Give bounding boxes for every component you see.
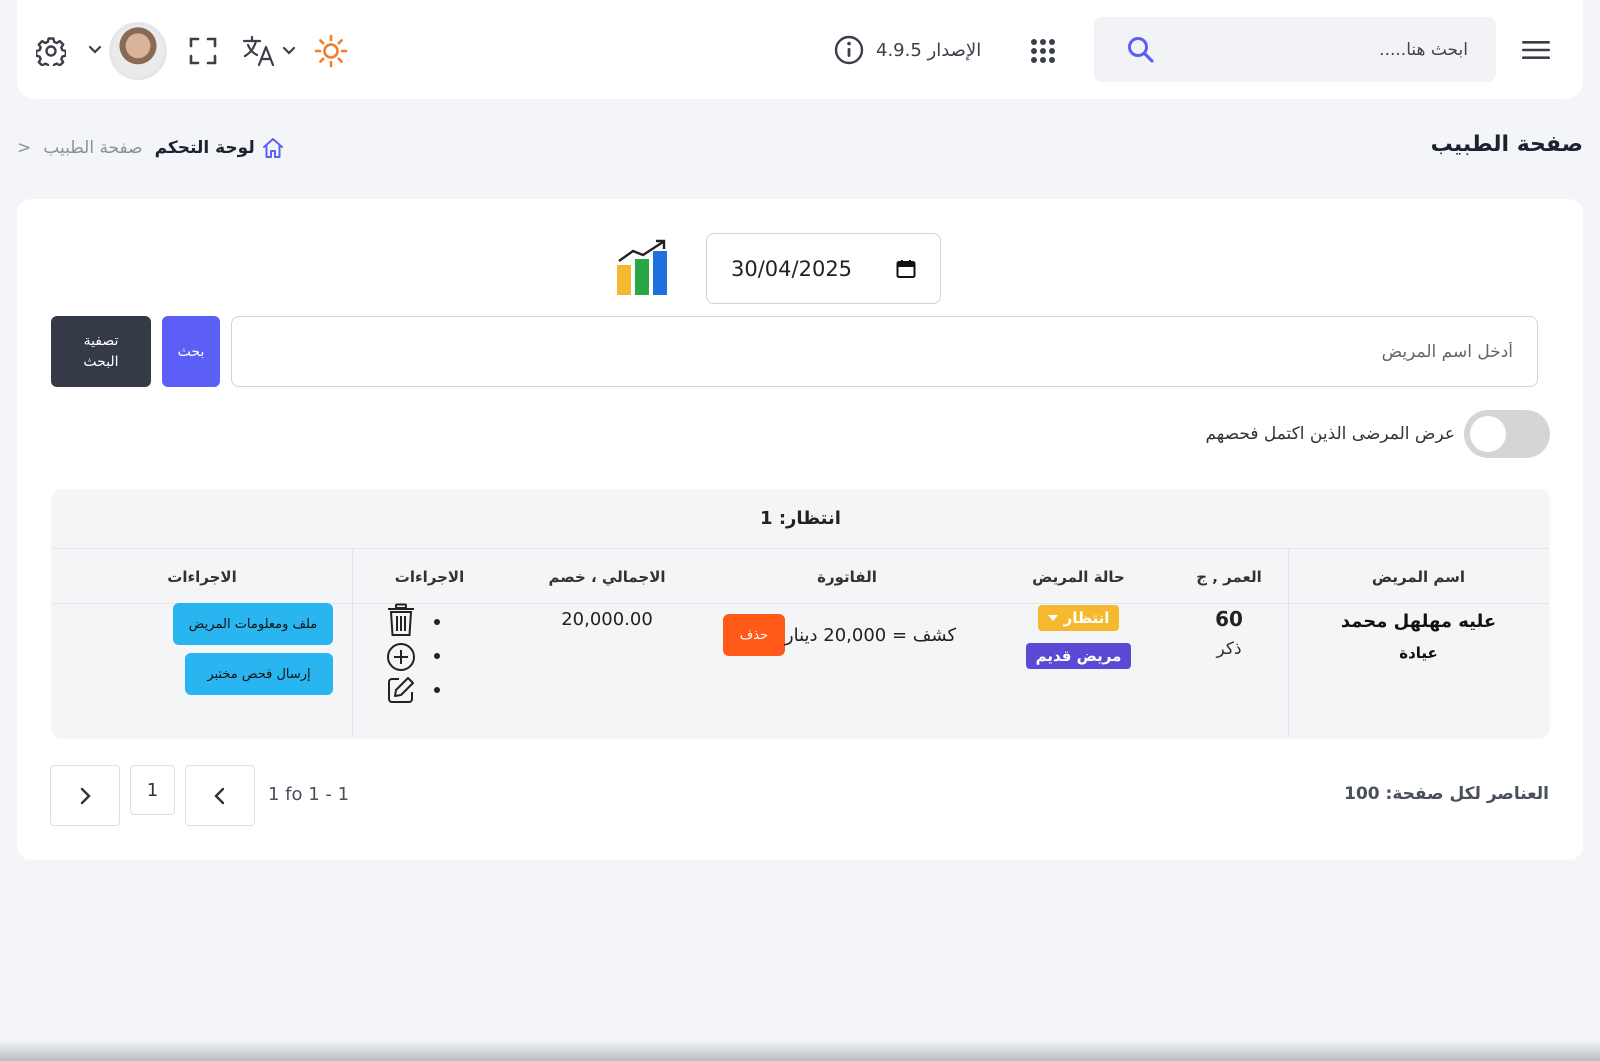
language-selector[interactable] <box>238 34 300 68</box>
total-cell: 20,000.00 <box>507 609 707 630</box>
breadcrumb-current: صفحة الطبيب <box>43 138 143 158</box>
age-cell: 60 ذكر <box>1170 607 1288 659</box>
page-number-button[interactable]: 1 <box>130 765 175 815</box>
status-badge-waiting[interactable]: انتظار <box>1037 605 1120 631</box>
completed-toggle-label: عرض المرضى الذين اكتمل فحصهم <box>1205 424 1455 444</box>
invoice-text: كشف = 20,000 دينار <box>784 624 957 646</box>
table-group-title: انتظار: 1 <box>52 489 1549 549</box>
breadcrumb-separator: > <box>17 138 32 158</box>
status-cell: انتظار مريض قديم <box>987 605 1170 669</box>
chevron-down-icon <box>282 46 296 56</box>
col-header-age: العمر , ج <box>1196 567 1262 586</box>
pagination-range-text: 1 - 1 of 1 <box>268 784 350 805</box>
total-amount: 20,000.00 <box>561 609 653 630</box>
user-menu-chevron-icon[interactable] <box>86 42 104 58</box>
next-page-button[interactable] <box>50 765 120 826</box>
page-title: صفحة الطبيب <box>1430 132 1583 157</box>
items-per-page[interactable]: العناصر لكل صفحة: 100 <box>1344 784 1549 804</box>
gear-icon[interactable] <box>34 34 68 68</box>
patient-type-badge: مريض قديم <box>1025 643 1132 669</box>
home-icon[interactable] <box>261 136 285 160</box>
actions-buttons-cell: ملف ومعلومات المريض إرسال فحص مختبر <box>52 603 352 695</box>
date-value: 30/04/2025 <box>731 256 853 281</box>
completed-toggle[interactable] <box>1464 410 1550 458</box>
list-bullet <box>434 687 440 693</box>
calendar-icon[interactable] <box>896 259 916 279</box>
col-header-total: الاجمالي ، خصم <box>548 567 666 586</box>
list-bullet <box>434 619 440 625</box>
chevron-left-icon <box>214 787 226 805</box>
clear-filters-label-line1: تصفية <box>83 332 119 349</box>
breadcrumb-home[interactable]: لوحة التحكم <box>155 136 285 160</box>
theme-toggle-icon[interactable] <box>314 34 348 68</box>
patient-file-button[interactable]: ملف ومعلومات المريض <box>173 603 333 645</box>
col-header-actions-2: الاجراءات <box>167 567 237 586</box>
prev-page-button[interactable] <box>185 765 255 826</box>
edit-icon[interactable] <box>386 675 416 705</box>
search-button[interactable]: بحث <box>162 316 220 387</box>
date-input[interactable]: 30/04/2025 <box>706 233 941 304</box>
col-header-status: حالة المريض <box>1032 567 1125 586</box>
clear-filters-label-line2: البحث <box>83 353 119 370</box>
chevron-right-icon <box>79 787 91 805</box>
search-icon[interactable] <box>1126 35 1156 65</box>
patients-table: انتظار: 1 اسم المريض العمر , ج حالة المر… <box>52 489 1549 737</box>
actions-cell <box>352 603 507 737</box>
header-search-input[interactable] <box>1156 39 1468 60</box>
add-circle-icon[interactable] <box>386 642 416 672</box>
version-label: الإصدار 4.9.5 <box>876 39 982 61</box>
list-bullet <box>434 653 440 659</box>
breadcrumb-home-label[interactable]: لوحة التحكم <box>155 138 255 158</box>
header-search[interactable] <box>1094 17 1496 82</box>
pagination-range: 1 - 1 of 1 <box>268 784 349 805</box>
patient-name: عليه مهلهل محمد <box>1340 611 1497 632</box>
caret-down-icon <box>1047 615 1058 621</box>
info-icon[interactable] <box>834 35 864 65</box>
translate-icon <box>242 35 276 67</box>
delete-invoice-button[interactable]: حذف <box>722 614 785 656</box>
window-bottom-edge <box>0 1040 1600 1061</box>
patient-age: 60 <box>1215 607 1243 631</box>
apps-grid-icon[interactable] <box>1028 36 1058 66</box>
table-row: عليه مهلهل محمد عيادة <box>1288 609 1549 662</box>
col-header-invoice: الفاتورة <box>817 567 877 586</box>
breadcrumb: > صفحة الطبيب لوحة التحكم <box>17 136 285 160</box>
patient-gender: ذكر <box>1216 639 1242 659</box>
user-avatar[interactable] <box>109 22 167 80</box>
send-lab-test-button[interactable]: إرسال فحص مختبر <box>185 653 333 695</box>
trash-icon[interactable] <box>386 603 416 637</box>
chart-growth-icon[interactable] <box>615 239 671 297</box>
invoice-cell: حذف كشف = 20,000 دينار <box>692 614 987 656</box>
fullscreen-icon[interactable] <box>188 36 218 66</box>
toggle-knob <box>1470 416 1506 452</box>
col-header-actions: الاجراءات <box>394 567 465 586</box>
col-header-patient-name: اسم المريض <box>1371 567 1466 586</box>
patient-name-input[interactable] <box>231 316 1538 387</box>
version-info: الإصدار 4.9.5 <box>834 33 981 67</box>
clear-filters-button[interactable]: تصفية البحث <box>51 316 151 387</box>
visit-type: عيادة <box>1399 644 1438 662</box>
status-label: انتظار <box>1063 609 1110 627</box>
menu-icon[interactable] <box>1520 36 1552 64</box>
